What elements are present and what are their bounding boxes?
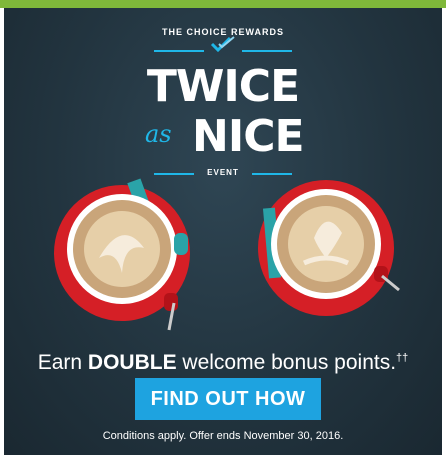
offer-prefix: Earn [37, 351, 83, 374]
find-out-how-button[interactable]: FIND OUT HOW [135, 378, 321, 420]
offer-emphasis: DOUBLE [87, 351, 177, 374]
offer-footnote-mark: †† [396, 352, 409, 364]
ad-banner[interactable]: THE CHOICE REWARDS TWICE as NICE EVENT E… [0, 0, 446, 459]
coffee-cup-icon [54, 178, 190, 331]
disclaimer-text: Conditions apply. Offer ends November 30… [102, 430, 344, 442]
coffee-cup-icon [258, 180, 400, 316]
offer-suffix: welcome bonus points. [182, 351, 397, 374]
offer-headline: Earn DOUBLE welcome bonus points.†† [4, 344, 442, 377]
top-frame-bar [0, 0, 446, 8]
ad-panel: THE CHOICE REWARDS TWICE as NICE EVENT E… [4, 8, 442, 455]
